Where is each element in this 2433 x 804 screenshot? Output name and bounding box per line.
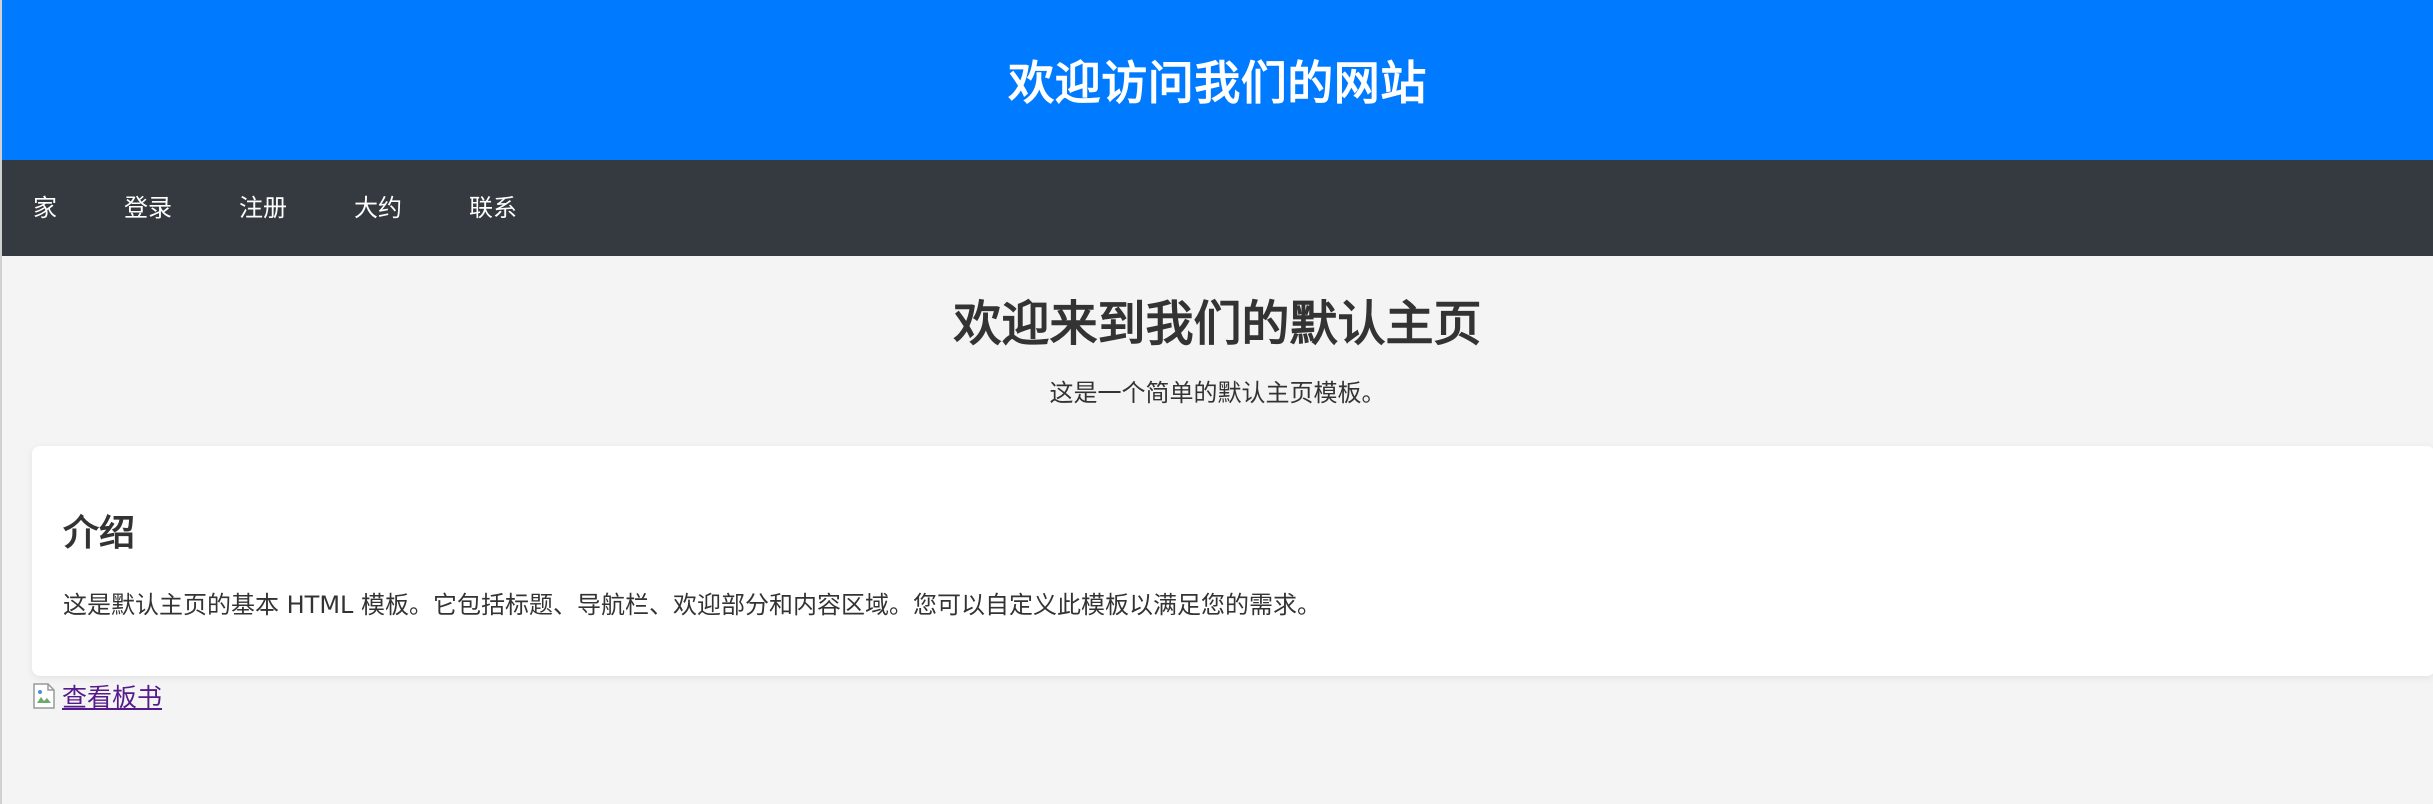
board-link-container: 查看板书 — [32, 678, 162, 714]
nav-item-register[interactable]: 注册 — [239, 196, 287, 220]
view-board-link[interactable]: 查看板书 — [62, 678, 162, 714]
welcome-section: 欢迎来到我们的默认主页 这是一个简单的默认主页模板。 — [2, 256, 2433, 409]
nav-item-home[interactable]: 家 — [33, 196, 57, 220]
intro-card: 介绍 这是默认主页的基本 HTML 模板。它包括标题、导航栏、欢迎部分和内容区域… — [32, 446, 2433, 676]
welcome-subtitle: 这是一个简单的默认主页模板。 — [1049, 378, 1386, 407]
nav-item-about[interactable]: 大约 — [354, 196, 402, 220]
main-navbar: 家 登录 注册 大约 联系 — [2, 160, 2433, 256]
welcome-title: 欢迎来到我们的默认主页 — [953, 296, 1482, 352]
nav-item-login[interactable]: 登录 — [124, 196, 172, 220]
nav-item-contact[interactable]: 联系 — [469, 196, 517, 220]
site-header: 欢迎访问我们的网站 — [2, 0, 2433, 160]
intro-text: 这是默认主页的基本 HTML 模板。它包括标题、导航栏、欢迎部分和内容区域。您可… — [63, 591, 1322, 619]
broken-image-icon — [32, 683, 56, 709]
intro-title: 介绍 — [63, 513, 136, 554]
site-title: 欢迎访问我们的网站 — [1008, 56, 1427, 110]
